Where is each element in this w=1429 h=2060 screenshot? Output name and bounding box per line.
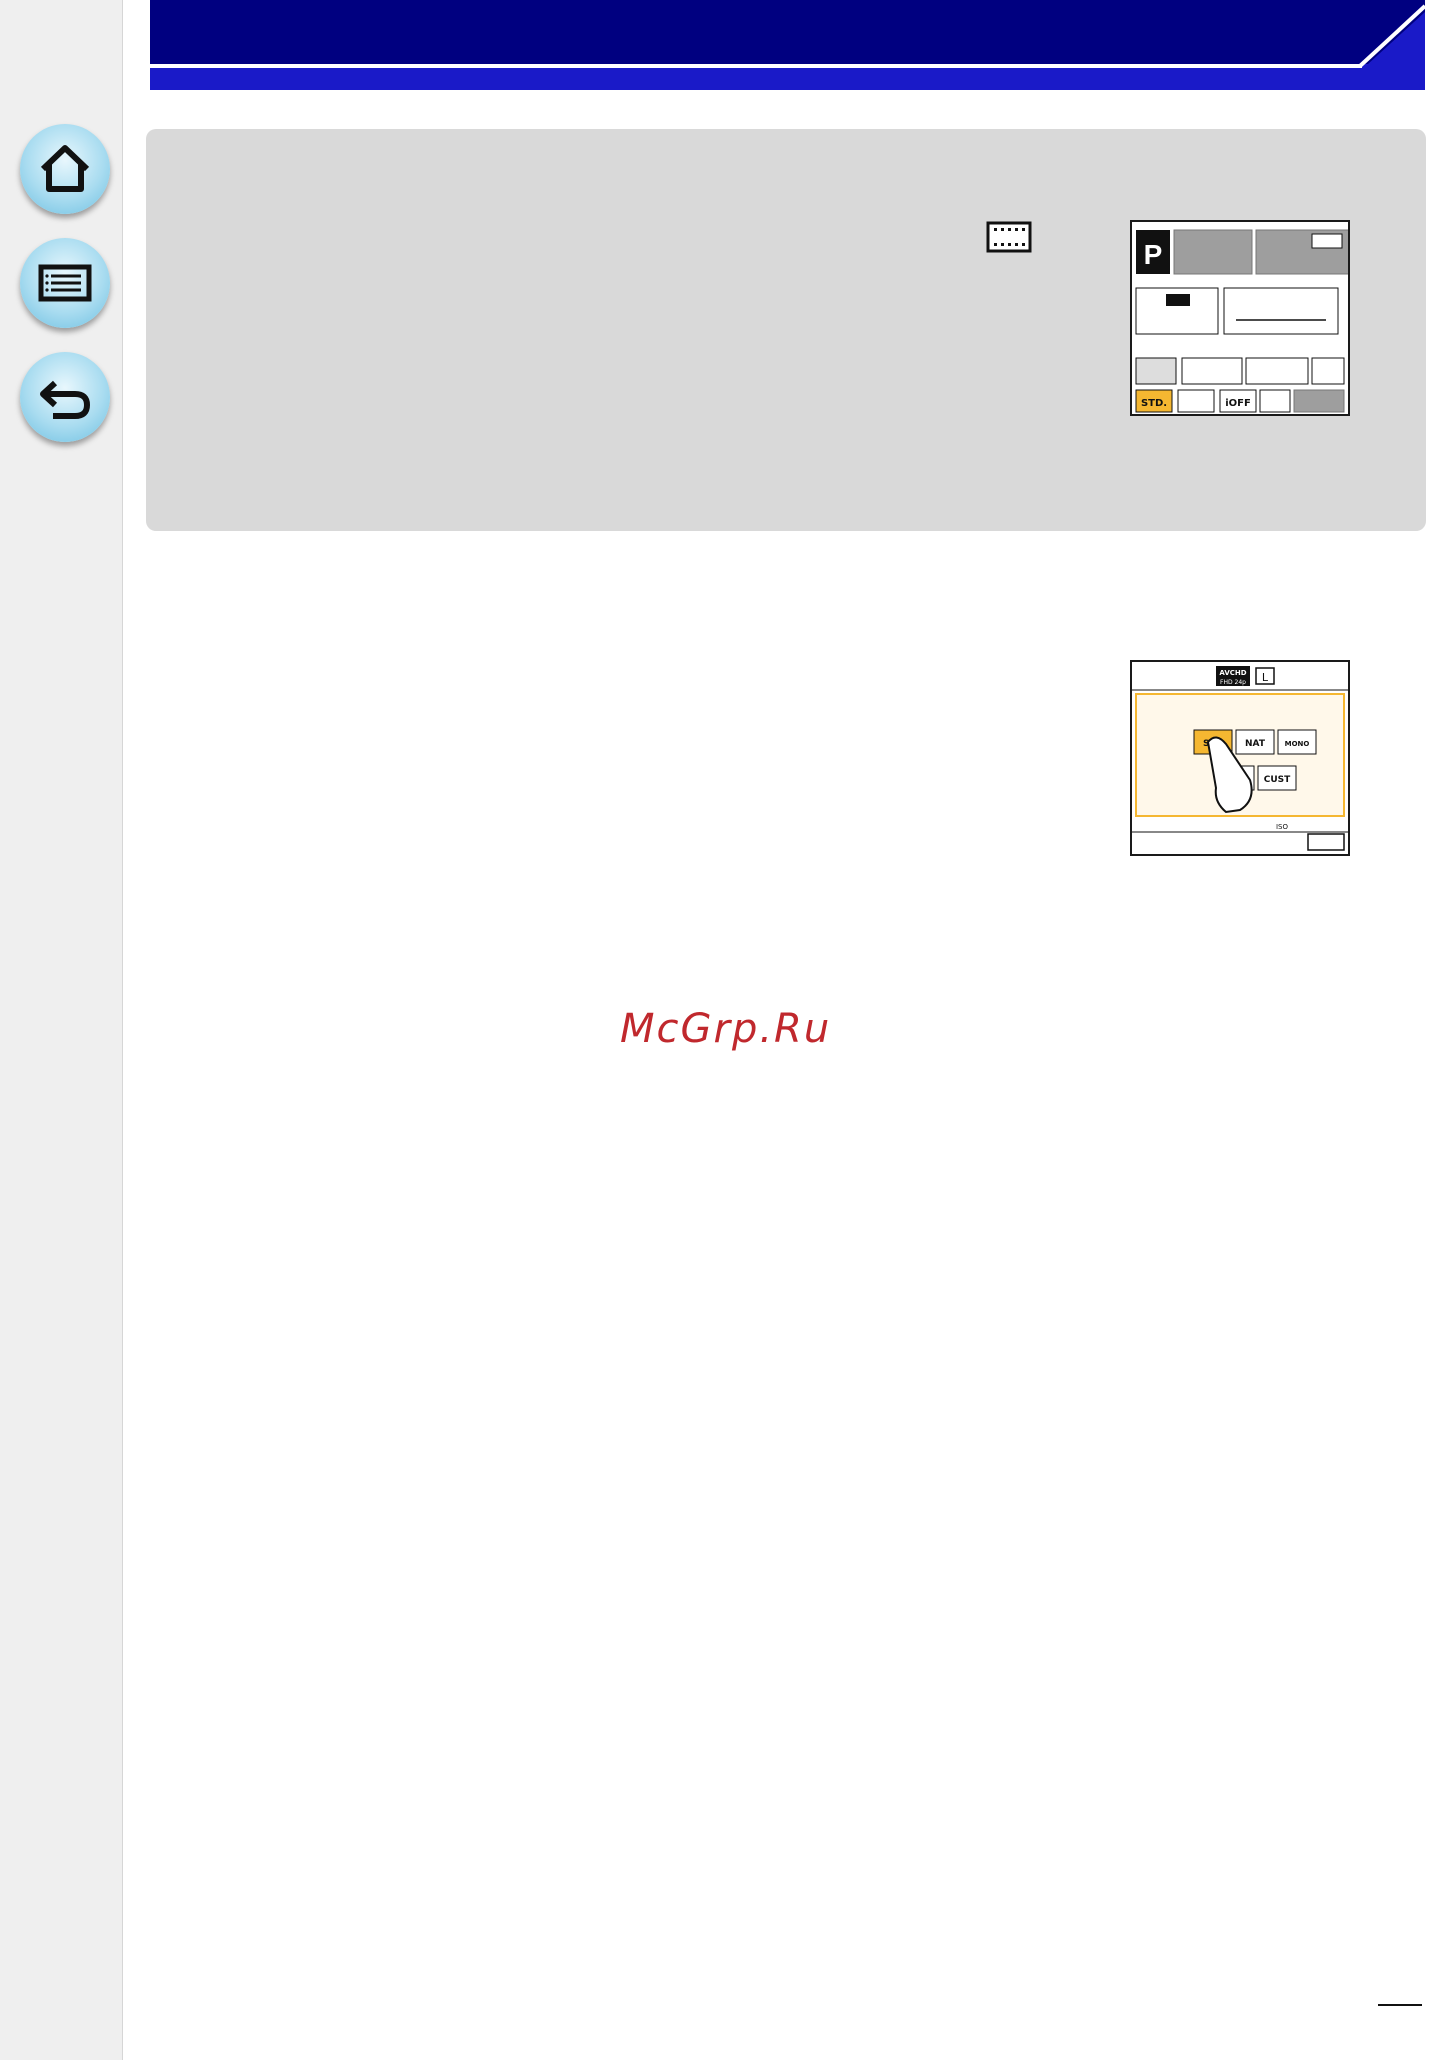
battery-icon xyxy=(1311,233,1343,249)
setting-box xyxy=(1181,357,1243,385)
mode-label: P xyxy=(1144,239,1163,270)
page-number-rule xyxy=(1378,2004,1422,2006)
photo-style-label-mono: MONO xyxy=(1285,740,1310,748)
photo-style-label: STD. xyxy=(1141,398,1167,409)
home-icon xyxy=(40,145,90,192)
film-frame-icon xyxy=(986,221,1032,253)
setting-box xyxy=(1311,357,1345,385)
exposure-comp-box xyxy=(1223,287,1339,335)
list-menu-icon xyxy=(38,264,92,302)
exit-box xyxy=(1307,833,1345,851)
setting-box xyxy=(1177,389,1215,413)
control-panel-drawing: P STD. iOFF xyxy=(1135,229,1348,413)
setting-box xyxy=(1135,357,1177,385)
fhd-label: FHD 24p xyxy=(1220,679,1246,686)
watermark-text: McGrp.Ru xyxy=(620,1006,832,1052)
photo-style-label-cust: CUST xyxy=(1264,775,1291,785)
quality-icon xyxy=(1166,294,1190,306)
camera-control-panel-screen: P STD. iOFF xyxy=(1130,220,1350,416)
photo-style-selection-screen: AVCHDFHD 24pLSTDNATMONOCUSTISO xyxy=(1130,660,1350,856)
metering-box xyxy=(1259,389,1291,413)
photo-style-drawing: AVCHDFHD 24pLSTDNATMONOCUSTISO xyxy=(1132,666,1348,851)
iso-label: ISO xyxy=(1276,823,1289,831)
photo-style-label-nat: NAT xyxy=(1245,739,1266,749)
back-button[interactable] xyxy=(20,352,110,442)
avchd-label: AVCHD xyxy=(1219,669,1246,677)
shutter-speed-box xyxy=(1173,229,1253,275)
af-area-box xyxy=(1293,389,1345,413)
sidebar xyxy=(0,0,123,2060)
i-dynamic-label: iOFF xyxy=(1225,398,1251,409)
contents-button[interactable] xyxy=(20,238,110,328)
home-button[interactable] xyxy=(20,124,110,214)
return-arrow-icon xyxy=(40,380,91,419)
header-bar xyxy=(150,0,1425,90)
setting-box xyxy=(1245,357,1309,385)
size-label: L xyxy=(1262,671,1269,684)
